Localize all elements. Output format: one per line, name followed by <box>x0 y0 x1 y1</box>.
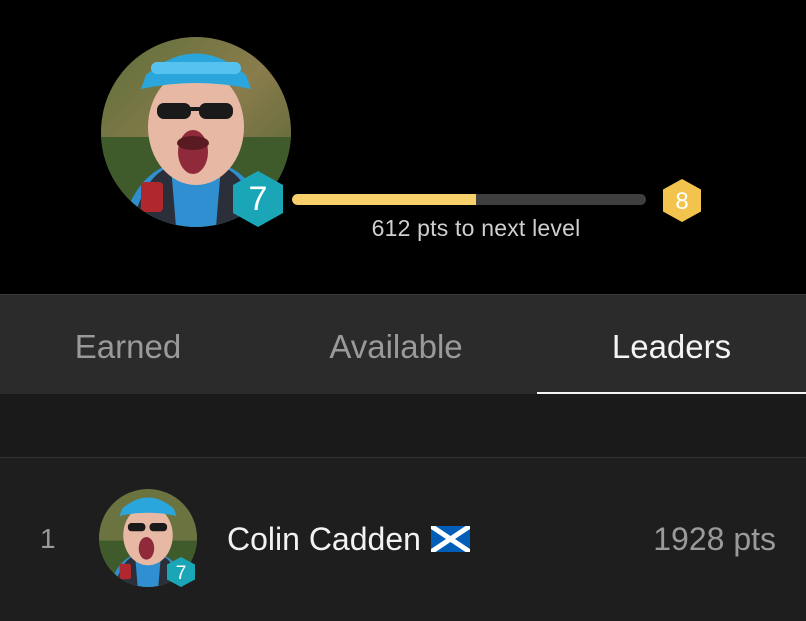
next-level-number: 8 <box>675 188 688 215</box>
current-level-badge-icon: 7 <box>233 171 283 227</box>
tab-available[interactable]: Available <box>268 295 524 395</box>
level-progress-fill <box>292 194 477 205</box>
current-level-number: 7 <box>249 180 268 218</box>
profile-header: 7 612 pts to next level 8 <box>0 0 806 294</box>
tab-bar: Earned Available Leaders <box>0 294 806 395</box>
tab-leaders[interactable]: Leaders <box>537 295 806 395</box>
leader-level-badge-icon: 7 <box>167 557 195 587</box>
tab-earned[interactable]: Earned <box>0 295 256 395</box>
next-level-badge-icon: 8 <box>663 179 701 222</box>
progress-caption: 612 pts to next level <box>371 215 581 241</box>
leaderboard-row[interactable]: 1 7 Colin Cadden 1928 pts <box>0 459 806 621</box>
level-progress-bar <box>292 194 646 205</box>
leader-points: 1928 pts <box>653 521 776 557</box>
leader-name-cell: Colin Cadden <box>227 521 470 558</box>
leader-name: Colin Cadden <box>227 521 421 557</box>
leaderboard-rank: 1 <box>40 523 56 554</box>
list-header-band <box>0 394 806 458</box>
leader-level-number: 7 <box>176 563 187 584</box>
scotland-flag-icon <box>430 526 470 552</box>
